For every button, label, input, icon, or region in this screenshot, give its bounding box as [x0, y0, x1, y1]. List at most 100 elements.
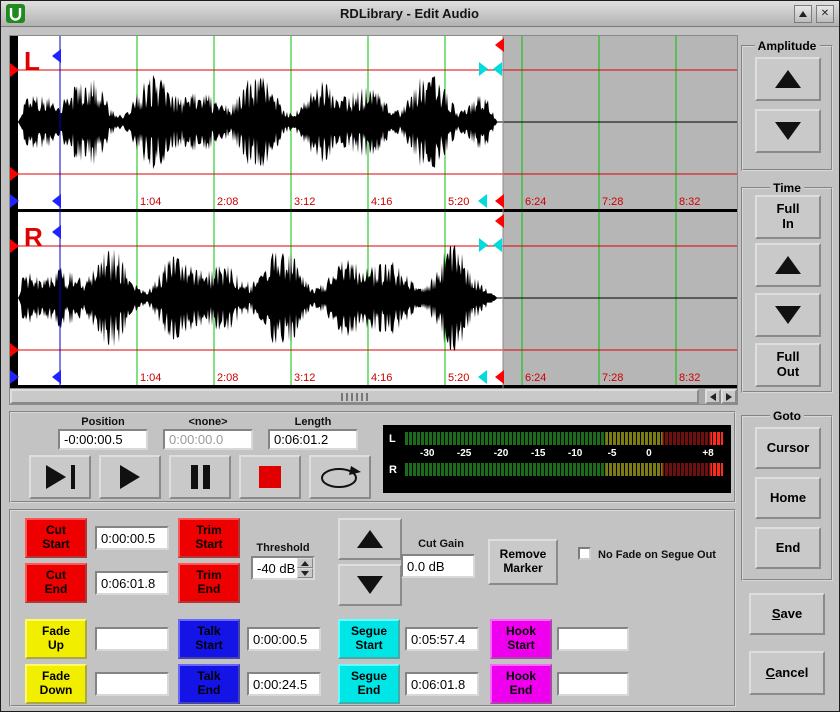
trim-start-button[interactable]: Trim Start: [178, 518, 240, 558]
scrollbar-thumb[interactable]: [10, 389, 699, 404]
down-arrow-icon: [775, 306, 801, 324]
talk-end-field[interactable]: 0:00:24.5: [247, 672, 321, 696]
pause-icon: [203, 465, 210, 489]
time-group: Time Full In Full Out: [741, 187, 833, 393]
markers-panel: Cut Start 0:00:00.5 Cut End 0:06:01.8 Tr…: [9, 509, 736, 707]
time-zoom-out-button[interactable]: [755, 293, 821, 337]
scrollbar-grip-icon: [341, 393, 369, 401]
gain-up-button[interactable]: [338, 518, 402, 560]
loop-icon: [318, 464, 362, 490]
svg-text:2:08: 2:08: [217, 372, 238, 384]
threshold-label: Threshold: [249, 542, 317, 554]
goto-group: Goto Cursor Home End: [741, 415, 833, 581]
shade-button[interactable]: [794, 5, 812, 23]
close-button[interactable]: ✕: [816, 5, 834, 23]
cut-start-field[interactable]: 0:00:00.5: [95, 526, 169, 550]
rivendell-app-icon: [6, 4, 25, 23]
waveform-panel: 1:042:083:124:165:206:247:288:32L 1:042:…: [9, 35, 738, 405]
cut-gain-label: Cut Gain: [401, 538, 481, 550]
scroll-right-button[interactable]: [721, 389, 737, 404]
svg-text:1:04: 1:04: [140, 372, 161, 384]
amplitude-group-title: Amplitude: [755, 39, 820, 53]
meter-tick: -25: [457, 448, 471, 459]
time-zoom-in-button[interactable]: [755, 243, 821, 287]
segue-end-button[interactable]: Segue End: [338, 664, 400, 704]
segue-start-field[interactable]: 0:05:57.4: [405, 627, 479, 651]
goto-end-button[interactable]: End: [755, 527, 821, 569]
play-from-cursor-button[interactable]: [29, 455, 91, 499]
trim-end-button[interactable]: Trim End: [178, 563, 240, 603]
play-from-cursor-icon: [46, 465, 66, 489]
up-arrow-icon: [357, 530, 383, 548]
goto-home-button[interactable]: Home: [755, 477, 821, 519]
goto-cursor-button[interactable]: Cursor: [755, 427, 821, 469]
meter-tick: 0: [646, 448, 652, 459]
titlebar[interactable]: RDLibrary - Edit Audio ✕: [1, 1, 839, 27]
waveform-left-channel[interactable]: 1:042:083:124:165:206:247:288:32L: [10, 36, 737, 212]
meter-scale: -30 -25 -20 -15 -10 -5 0 +8: [405, 447, 723, 461]
amplitude-up-button[interactable]: [755, 57, 821, 101]
fade-up-button[interactable]: Fade Up: [25, 619, 87, 659]
full-in-button[interactable]: Full In: [755, 195, 821, 239]
hook-end-button[interactable]: Hook End: [490, 664, 552, 704]
svg-text:6:24: 6:24: [525, 196, 546, 208]
down-arrow-icon: [301, 571, 309, 576]
remove-marker-button[interactable]: Remove Marker: [488, 539, 558, 585]
cut-end-field[interactable]: 0:06:01.8: [95, 571, 169, 595]
meter-left-label: L: [389, 433, 399, 445]
cut-end-button[interactable]: Cut End: [25, 563, 87, 603]
up-arrow-icon: [775, 256, 801, 274]
full-out-button[interactable]: Full Out: [755, 343, 821, 387]
meter-tick: -5: [608, 448, 617, 459]
position-field[interactable]: -0:00:00.5: [58, 429, 148, 450]
svg-text:2:08: 2:08: [217, 196, 238, 208]
svg-text:5:20: 5:20: [448, 196, 469, 208]
pause-button[interactable]: [169, 455, 231, 499]
cut-start-button[interactable]: Cut Start: [25, 518, 87, 558]
cursor-bar-icon: [71, 465, 75, 489]
talk-end-button[interactable]: Talk End: [178, 664, 240, 704]
up-arrow-icon: [775, 70, 801, 88]
talk-start-field[interactable]: 0:00:00.5: [247, 627, 321, 651]
fade-down-field[interactable]: [95, 672, 169, 696]
meter-tick: +8: [702, 448, 713, 459]
amplitude-group: Amplitude: [741, 45, 833, 171]
play-button[interactable]: [99, 455, 161, 499]
svg-text:L: L: [24, 46, 40, 76]
threshold-spinbox[interactable]: -40 dB: [251, 556, 315, 580]
save-button[interactable]: Save: [749, 593, 825, 635]
loop-button[interactable]: [309, 455, 371, 499]
svg-text:3:12: 3:12: [294, 372, 315, 384]
svg-text:5:20: 5:20: [448, 372, 469, 384]
meter-tick: -30: [420, 448, 434, 459]
scroll-left-button[interactable]: [705, 389, 721, 404]
hook-start-field[interactable]: [557, 627, 629, 651]
segue-start-button[interactable]: Segue Start: [338, 619, 400, 659]
svg-text:R: R: [24, 222, 43, 252]
gain-down-button[interactable]: [338, 564, 402, 606]
meter-bar-left: [405, 432, 723, 445]
svg-text:8:32: 8:32: [679, 372, 700, 384]
talk-start-button[interactable]: Talk Start: [178, 619, 240, 659]
waveform-right-channel[interactable]: 1:042:083:124:165:206:247:288:32R: [10, 212, 737, 388]
svg-text:4:16: 4:16: [371, 196, 392, 208]
up-arrow-icon: [301, 561, 309, 566]
cancel-button[interactable]: Cancel: [749, 651, 825, 695]
position-label: Position: [58, 416, 148, 428]
no-fade-checkbox[interactable]: [578, 547, 591, 560]
threshold-up-button[interactable]: [297, 558, 313, 568]
marker-name-label: <none>: [163, 416, 253, 428]
threshold-down-button[interactable]: [297, 568, 313, 578]
hook-end-field[interactable]: [557, 672, 629, 696]
stop-button[interactable]: [239, 455, 301, 499]
svg-text:3:12: 3:12: [294, 196, 315, 208]
waveform-scrollbar[interactable]: [10, 388, 737, 404]
scroll-left-icon: [710, 393, 716, 401]
amplitude-down-button[interactable]: [755, 109, 821, 153]
segue-end-field[interactable]: 0:06:01.8: [405, 672, 479, 696]
edit-audio-window: RDLibrary - Edit Audio ✕ 1:04 2:08 3:12 4:1…: [0, 0, 840, 712]
cut-gain-field[interactable]: 0.0 dB: [401, 554, 475, 578]
fade-up-field[interactable]: [95, 627, 169, 651]
fade-down-button[interactable]: Fade Down: [25, 664, 87, 704]
hook-start-button[interactable]: Hook Start: [490, 619, 552, 659]
